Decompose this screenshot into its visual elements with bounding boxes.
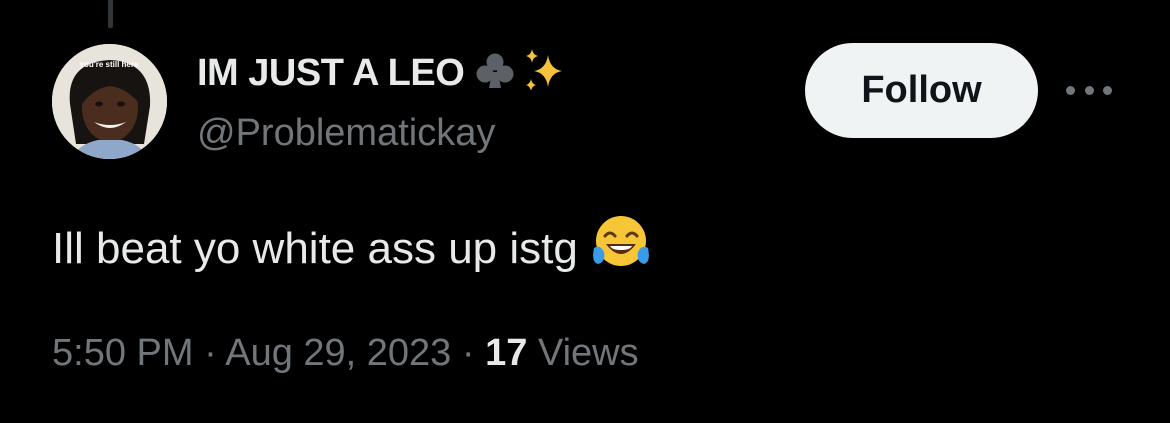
- follow-button[interactable]: Follow: [805, 43, 1038, 138]
- avatar-image: you're still here: [52, 44, 167, 159]
- display-name[interactable]: IM JUST A LEO: [197, 52, 465, 95]
- avatar[interactable]: you're still here: [52, 44, 167, 159]
- more-dot: [1103, 85, 1112, 95]
- tweet-time[interactable]: 5:50 PM: [52, 332, 194, 374]
- thread-connector-line: [108, 0, 113, 28]
- views-label: Views: [537, 332, 639, 374]
- more-options-icon[interactable]: [1066, 78, 1112, 102]
- tweet-text: Ill beat yo white ass up istg: [52, 223, 578, 273]
- more-dot: [1066, 85, 1075, 95]
- author-name-row[interactable]: IM JUST A LEO: [197, 48, 566, 98]
- author-handle[interactable]: @Problematickay: [197, 112, 495, 155]
- tweet-meta: 5:50 PM · Aug 29, 2023 · 17 Views: [52, 332, 639, 375]
- tears-of-joy-emoji-icon: [590, 212, 652, 285]
- views-count: 17: [485, 332, 528, 374]
- tweet-body: Ill beat yo white ass up istg: [52, 212, 652, 285]
- sparkles-icon: [522, 47, 566, 100]
- avatar-caption: you're still here: [80, 60, 139, 69]
- more-dot: [1084, 85, 1094, 95]
- meta-separator: ·: [461, 332, 475, 374]
- club-suit-icon: [474, 50, 516, 97]
- meta-separator: ·: [204, 332, 217, 374]
- tweet-date[interactable]: Aug 29, 2023: [225, 332, 451, 374]
